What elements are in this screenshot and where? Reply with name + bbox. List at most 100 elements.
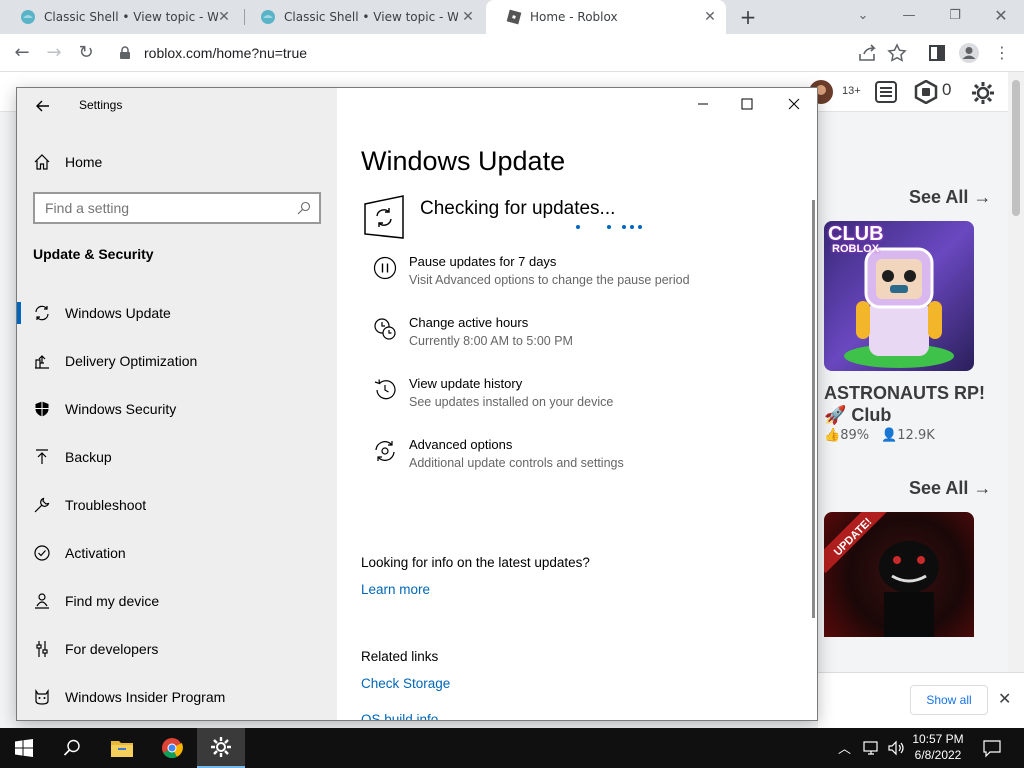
profile-avatar-icon[interactable] (958, 42, 980, 64)
volume-icon[interactable] (886, 738, 906, 758)
gear-icon[interactable] (970, 80, 996, 106)
section-heading: Update & Security (33, 246, 154, 262)
chrome-icon (162, 738, 183, 759)
reload-icon[interactable]: ↻ (74, 41, 98, 65)
action-center-icon[interactable] (982, 738, 1002, 758)
option-title: Pause updates for 7 days (409, 254, 557, 269)
os-build-info-link[interactable]: OS build info (361, 712, 438, 720)
clock-date: 6/8/2022 (914, 748, 962, 762)
game-thumbnail-update[interactable]: UPDATE! (824, 512, 974, 637)
info-heading: Looking for info on the latest updates? (361, 555, 590, 570)
tab-search-icon[interactable]: ⌄ (840, 4, 886, 28)
wrench-icon (33, 496, 51, 514)
thumbs-up-icon: 👍89% (824, 428, 870, 443)
taskbar-search-button[interactable] (48, 728, 96, 768)
download-bar-close-icon[interactable]: ✕ (998, 689, 1011, 708)
tab-title: Classic Shell • View topic - Windo (44, 10, 218, 24)
nav-delivery-optimization[interactable]: Delivery Optimization (17, 337, 337, 385)
tab-close-icon[interactable]: ✕ (216, 9, 232, 25)
nav-label: Find my device (65, 593, 160, 609)
update-status-icon (364, 195, 404, 239)
browser-minimize-button[interactable]: — (886, 4, 932, 28)
tab-close-icon[interactable]: ✕ (460, 9, 476, 25)
maximize-icon[interactable] (737, 94, 757, 114)
nav-activation[interactable]: Activation (17, 529, 337, 577)
option-title: Advanced options (409, 437, 513, 452)
find-setting-input[interactable] (45, 200, 285, 216)
url-text: roblox.com/home?nu=true (144, 44, 308, 61)
taskbar-settings[interactable] (197, 728, 245, 768)
settings-window: Settings Home Update & Security Windows … (16, 87, 818, 721)
history-icon (374, 379, 396, 400)
start-button[interactable] (0, 728, 48, 768)
taskbar: ︿ 10:57 PM 6/8/2022 (0, 728, 1024, 768)
taskbar-file-explorer[interactable] (98, 728, 146, 768)
minimize-icon[interactable] (693, 94, 713, 114)
option-subtitle: See updates installed on your device (409, 395, 614, 409)
related-links-heading: Related links (361, 649, 439, 664)
new-tab-button[interactable]: + (736, 5, 760, 29)
download-bar: Show all ✕ (818, 672, 1024, 728)
home-nav-item[interactable]: Home (33, 152, 102, 172)
windows-logo-icon (15, 739, 33, 757)
back-arrow-icon[interactable] (33, 96, 53, 116)
nav-find-my-device[interactable]: Find my device (17, 577, 337, 625)
nav-backup[interactable]: Backup (17, 433, 337, 481)
nav-label: Activation (65, 545, 126, 561)
content-scrollbar[interactable] (812, 200, 815, 618)
browser-tab-classic-shell-2[interactable]: Classic Shell • View topic - Windo ✕ (240, 0, 484, 34)
option-subtitle: Currently 8:00 AM to 5:00 PM (409, 334, 573, 348)
nav-windows-security[interactable]: Windows Security (17, 385, 337, 433)
browser-close-button[interactable]: ✕ (978, 4, 1024, 28)
nav-windows-insider-program[interactable]: Windows Insider Program (17, 673, 337, 720)
browser-menu-icon[interactable]: ⋮ (990, 41, 1014, 65)
option-active-hours[interactable]: Change active hours Currently 8:00 AM to… (361, 315, 801, 363)
forward-arrow-icon[interactable]: → (42, 41, 66, 65)
nav-for-developers[interactable]: For developers (17, 625, 337, 673)
browser-tab-classic-shell-1[interactable]: Classic Shell • View topic - Windo ✕ (0, 0, 240, 34)
game-stats: 👍89% 👤12.9K (824, 428, 935, 443)
tab-title: Home - Roblox (530, 10, 618, 24)
find-setting-box[interactable] (33, 192, 321, 224)
address-bar[interactable]: roblox.com/home?nu=true (104, 38, 920, 67)
show-all-downloads-button[interactable]: Show all (910, 685, 988, 715)
check-storage-link[interactable]: Check Storage (361, 676, 450, 691)
see-all-link-2[interactable]: See All → (909, 478, 991, 499)
game-thumbnail-astronauts[interactable]: CLUB ROBLOX (824, 221, 974, 371)
browser-tab-roblox[interactable]: Home - Roblox ✕ (486, 0, 726, 34)
tab-close-icon[interactable]: ✕ (702, 9, 718, 25)
page-scrollbar-thumb[interactable] (1012, 80, 1020, 216)
taskbar-chrome[interactable] (148, 728, 196, 768)
browser-toolbar: ← → ↻ roblox.com/home?nu=true ⋮ (0, 34, 1024, 72)
learn-more-link[interactable]: Learn more (361, 582, 430, 597)
person-pin-icon (33, 592, 51, 610)
folder-icon (111, 741, 133, 757)
robux-icon[interactable] (914, 80, 938, 104)
page-scrollbar[interactable] (1008, 72, 1024, 728)
nav-label: Windows Security (65, 401, 177, 417)
nav-label: Windows Insider Program (65, 689, 226, 705)
active-hours-icon (374, 318, 396, 340)
lock-icon (120, 45, 130, 59)
tray-chevron-up-icon[interactable]: ︿ (838, 738, 858, 758)
back-arrow-icon[interactable]: ← (10, 41, 34, 65)
game-title[interactable]: ASTRONAUTS RP! 🚀 Club (824, 382, 1004, 426)
nav-troubleshoot[interactable]: Troubleshoot (17, 481, 337, 529)
network-icon[interactable] (862, 738, 882, 758)
nav-windows-update[interactable]: Windows Update (17, 289, 337, 337)
side-panel-icon[interactable] (926, 42, 948, 64)
nav-label: Backup (65, 449, 112, 465)
notifications-list-icon[interactable] (874, 80, 898, 104)
option-update-history[interactable]: View update history See updates installe… (361, 376, 801, 424)
close-icon[interactable] (784, 94, 804, 114)
share-icon[interactable] (856, 42, 878, 64)
thumbnail-roblox-text: ROBLOX (832, 243, 880, 255)
option-advanced-options[interactable]: Advanced options Additional update contr… (361, 437, 801, 485)
developer-sliders-icon (33, 640, 51, 658)
bookmark-star-icon[interactable] (886, 42, 908, 64)
browser-restore-button[interactable]: ❐ (932, 4, 978, 28)
settings-content: Windows Update Checking for updates... P… (337, 88, 817, 720)
option-pause-updates[interactable]: Pause updates for 7 days Visit Advanced … (361, 254, 801, 302)
taskbar-clock[interactable]: 10:57 PM 6/8/2022 (906, 731, 970, 763)
see-all-link-1[interactable]: See All → (909, 187, 991, 208)
